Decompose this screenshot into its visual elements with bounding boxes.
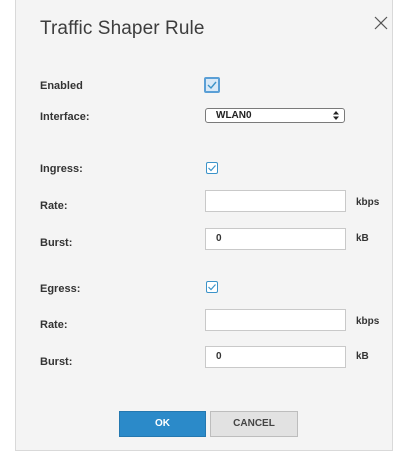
interface-select[interactable]: WLAN0 [205,108,345,123]
egress-rate-input[interactable] [205,309,346,331]
enabled-checkbox[interactable] [204,77,220,93]
ingress-checkbox[interactable] [206,162,218,174]
ingress-label: Ingress: [40,163,83,175]
ingress-burst-input[interactable]: 0 [205,228,346,250]
interface-label: Interface: [40,111,90,123]
cancel-button[interactable]: CANCEL [210,411,298,437]
ingress-rate-label: Rate: [40,200,68,212]
close-icon[interactable] [373,15,389,31]
checkmark-icon [207,81,217,90]
egress-burst-input[interactable]: 0 [205,346,346,368]
enabled-label: Enabled [40,80,83,92]
ok-button[interactable]: OK [119,411,206,437]
ingress-burst-unit: kB [356,233,369,244]
dialog-title: Traffic Shaper Rule [40,18,205,39]
select-arrows-icon [333,111,339,124]
egress-label: Egress: [40,283,81,295]
egress-checkbox[interactable] [206,281,218,293]
ingress-burst-label: Burst: [40,237,73,249]
ingress-rate-unit: kbps [356,197,380,208]
egress-burst-label: Burst: [40,356,73,368]
interface-select-value: WLAN0 [216,110,252,121]
egress-rate-label: Rate: [40,319,68,331]
checkmark-icon [208,165,216,172]
ingress-rate-input[interactable] [205,190,346,212]
egress-burst-unit: kB [356,351,369,362]
egress-rate-unit: kbps [356,316,380,327]
checkmark-icon [208,284,216,291]
traffic-shaper-dialog: Traffic Shaper Rule Enabled Interface: W… [15,0,393,451]
